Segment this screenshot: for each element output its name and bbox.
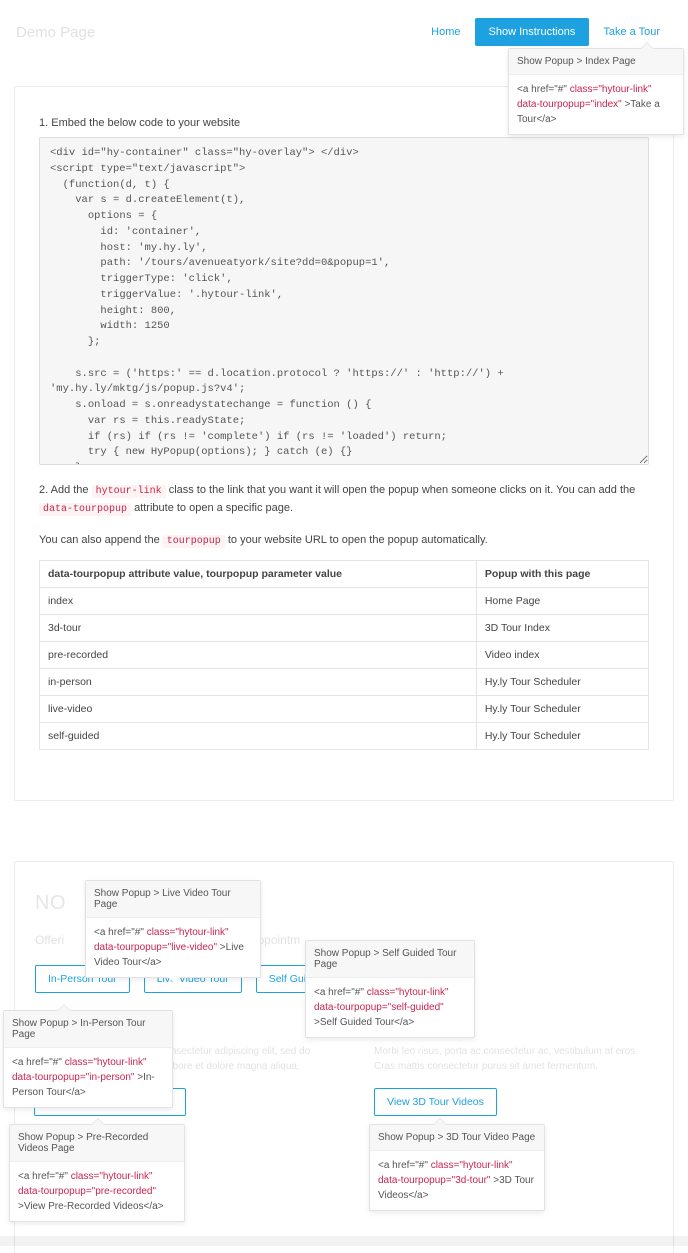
tooltip-body: <a href="#" class="hytour-link" data-tou… bbox=[370, 1151, 544, 1210]
text: 2. Add the bbox=[39, 484, 92, 496]
tooltip-title: Show Popup > Index Page bbox=[509, 49, 683, 75]
view-3d-tour-button[interactable]: View 3D Tour Videos bbox=[374, 1088, 497, 1116]
step-3-desc: You can also append the tourpopup to you… bbox=[39, 532, 649, 550]
text: Offeri bbox=[35, 933, 64, 947]
text: to your website URL to open the popup au… bbox=[228, 534, 488, 546]
tooltip-body: <a href="#" class="hytour-link" data-tou… bbox=[86, 918, 260, 977]
tooltip-body: <a href="#" class="hytour-link" data-tou… bbox=[509, 75, 683, 134]
step-2-desc: 2. Add the hytour-link class to the link… bbox=[39, 482, 649, 518]
table-header-attr: data-tourpopup attribute value, tourpopu… bbox=[40, 561, 477, 588]
cell: pre-recorded bbox=[40, 642, 477, 669]
text: class to the link that you want it will … bbox=[169, 484, 636, 496]
text: <a href="#" bbox=[12, 1057, 65, 1068]
cell: live-video bbox=[40, 696, 477, 723]
text: <a href="#" bbox=[314, 987, 367, 998]
text: >Self Guided Tour</a> bbox=[314, 1017, 414, 1028]
tooltip-title: Show Popup > 3D Tour Video Page bbox=[370, 1125, 544, 1151]
nav: Home Show Instructions Take a Tour Show … bbox=[417, 18, 674, 46]
table-row: self-guidedHy.ly Tour Scheduler bbox=[40, 723, 649, 750]
tooltip-in-person: Show Popup > In-Person Tour Page <a href… bbox=[3, 1010, 173, 1108]
table-row: 3d-tour3D Tour Index bbox=[40, 615, 649, 642]
cell: Hy.ly Tour Scheduler bbox=[476, 723, 648, 750]
mapping-table: data-tourpopup attribute value, tourpopu… bbox=[39, 560, 649, 750]
cell: 3D Tour Index bbox=[476, 615, 648, 642]
nav-show-instructions[interactable]: Show Instructions bbox=[475, 18, 590, 46]
cell: index bbox=[40, 588, 477, 615]
tooltip-title: Show Popup > Live Video Tour Page bbox=[86, 881, 260, 918]
table-row: in-personHy.ly Tour Scheduler bbox=[40, 669, 649, 696]
code-data-tourpopup: data-tourpopup bbox=[39, 503, 131, 516]
nav-home[interactable]: Home bbox=[417, 18, 474, 46]
tooltip-code-pre: <a href="#" bbox=[517, 84, 570, 95]
table-row: live-videoHy.ly Tour Scheduler bbox=[40, 696, 649, 723]
text: >View Pre-Recorded Videos</a> bbox=[18, 1201, 164, 1212]
text: <a href="#" bbox=[94, 927, 147, 938]
tooltip-body: <a href="#" class="hytour-link" data-tou… bbox=[10, 1162, 184, 1221]
nav-take-a-tour[interactable]: Take a Tour bbox=[589, 18, 674, 46]
instructions-panel: 1. Embed the below code to your website … bbox=[14, 86, 674, 801]
code-tourpopup: tourpopup bbox=[163, 535, 225, 548]
cell: Home Page bbox=[476, 588, 648, 615]
tooltip-title: Show Popup > Self Guided Tour Page bbox=[306, 941, 474, 978]
tooltip-title: Show Popup > Pre-Recorded Videos Page bbox=[10, 1125, 184, 1162]
col-desc: Morbi leo risus, porta ac consectetur ac… bbox=[374, 1044, 654, 1074]
text: attribute to open a specific page. bbox=[134, 502, 293, 514]
table-row: pre-recordedVideo index bbox=[40, 642, 649, 669]
brand: Demo Page bbox=[14, 24, 95, 41]
cell: 3d-tour bbox=[40, 615, 477, 642]
tooltip-body: <a href="#" class="hytour-link" data-tou… bbox=[306, 978, 474, 1037]
embed-code-textarea[interactable] bbox=[39, 137, 649, 465]
cell: Hy.ly Tour Scheduler bbox=[476, 696, 648, 723]
cell: Video index bbox=[476, 642, 648, 669]
tooltip-title: Show Popup > In-Person Tour Page bbox=[4, 1011, 172, 1048]
tooltip-body: <a href="#" class="hytour-link" data-tou… bbox=[4, 1048, 172, 1107]
cell: self-guided bbox=[40, 723, 477, 750]
code-hytour-link: hytour-link bbox=[92, 485, 166, 498]
tooltip-pre-recorded: Show Popup > Pre-Recorded Videos Page <a… bbox=[9, 1124, 185, 1222]
tooltip-take-a-tour: Show Popup > Index Page <a href="#" clas… bbox=[508, 48, 684, 135]
tooltip-3d-tour: Show Popup > 3D Tour Video Page <a href=… bbox=[369, 1124, 545, 1211]
cell: Hy.ly Tour Scheduler bbox=[476, 669, 648, 696]
text: <a href="#" bbox=[378, 1160, 431, 1171]
table-row: indexHome Page bbox=[40, 588, 649, 615]
text: <a href="#" bbox=[18, 1171, 71, 1182]
tooltip-self-guided: Show Popup > Self Guided Tour Page <a hr… bbox=[305, 940, 475, 1038]
table-header-popup: Popup with this page bbox=[476, 561, 648, 588]
text: You can also append the bbox=[39, 534, 163, 546]
navbar: Demo Page Home Show Instructions Take a … bbox=[14, 18, 674, 56]
cell: in-person bbox=[40, 669, 477, 696]
tooltip-live-video: Show Popup > Live Video Tour Page <a hre… bbox=[85, 880, 261, 978]
